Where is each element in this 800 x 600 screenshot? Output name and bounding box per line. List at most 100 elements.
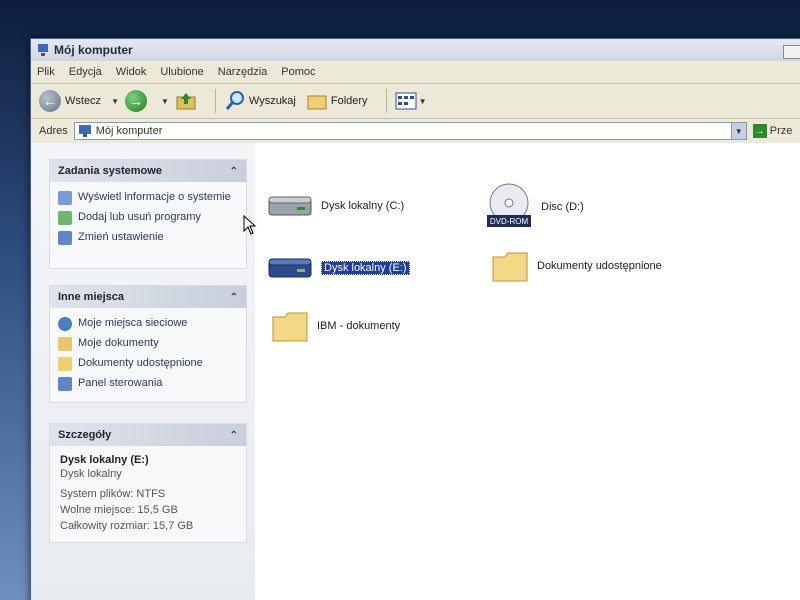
folders-button[interactable]: Foldery <box>306 91 368 111</box>
ibm-documents-label: IBM - dokumenty <box>317 320 401 332</box>
folder-icon <box>272 312 308 342</box>
address-bar: Adres Mój komputer ▼ → Prze <box>31 119 800 144</box>
my-documents-icon <box>58 337 72 351</box>
views-icon <box>395 92 417 110</box>
menu-edit[interactable]: Edycja <box>69 66 102 78</box>
system-tasks-header[interactable]: Zadania systemowe ⌃ <box>50 160 246 182</box>
place-shared-documents[interactable]: Dokumenty udostępnione <box>50 354 246 374</box>
other-places-title: Inne miejsca <box>58 291 125 303</box>
network-places-icon <box>58 317 72 331</box>
details-total-size: Całkowity rozmiar: 15,7 GB <box>60 520 194 532</box>
search-button[interactable]: Wyszukaj <box>224 90 296 112</box>
ibm-documents-folder[interactable]: IBM - dokumenty <box>271 309 400 343</box>
place-network[interactable]: Moje miejsca sieciowe <box>50 314 246 334</box>
drive-e-label: Dysk lokalny (E:) <box>321 261 410 275</box>
folders-label: Foldery <box>330 95 368 107</box>
system-tasks-title: Zadania systemowe <box>58 165 162 177</box>
system-info-icon <box>58 191 72 205</box>
collapse-icon[interactable]: ⌃ <box>230 292 238 303</box>
task-label: Dodaj lub usuń programy <box>78 211 201 223</box>
menu-help[interactable]: Pomoc <box>281 66 315 78</box>
drive-d[interactable]: DVD-ROM Disc (D:) <box>485 183 584 231</box>
hard-drive-icon <box>268 258 312 278</box>
svg-text:DVD-ROM: DVD-ROM <box>490 217 529 226</box>
task-change-setting[interactable]: Zmień ustawienie <box>50 228 246 248</box>
place-label: Panel sterowania <box>78 377 163 389</box>
details-header[interactable]: Szczegóły ⌃ <box>50 424 246 446</box>
shared-documents-folder[interactable]: Dokumenty udostępnione <box>491 249 662 283</box>
address-input[interactable]: Mój komputer ▼ <box>73 122 747 140</box>
window-title: Mój komputer <box>54 43 133 57</box>
dvd-icon: DVD-ROM <box>487 183 531 227</box>
address-label: Adres <box>39 125 68 137</box>
collapse-icon[interactable]: ⌃ <box>230 166 238 177</box>
task-view-system-info[interactable]: Wyświetl informacje o systemie <box>50 188 246 208</box>
go-arrow-icon: → <box>752 124 767 138</box>
menu-file[interactable]: Plik <box>37 66 55 78</box>
task-label: Wyświetl informacje o systemie <box>78 191 231 203</box>
folders-icon <box>307 95 327 110</box>
details-panel: Szczegóły ⌃ Dysk lokalny (E:) Dysk lokal… <box>49 423 247 543</box>
folder-icon <box>492 252 528 282</box>
file-view: Dysk lokalny (C:) DVD-ROM Disc (D:) Dysk… <box>255 143 800 600</box>
back-dropdown-icon[interactable]: ▼ <box>111 97 119 106</box>
search-icon <box>225 91 244 110</box>
details-body: Dysk lokalny (E:) Dysk lokalny System pl… <box>50 446 246 540</box>
details-type: Dysk lokalny <box>60 468 122 480</box>
control-panel-icon <box>58 231 72 245</box>
collapse-icon[interactable]: ⌃ <box>230 430 238 441</box>
drive-e[interactable]: Dysk lokalny (E:) <box>267 255 410 281</box>
explorer-window: Mój komputer Plik Edycja Widok Ulubione … <box>30 38 800 600</box>
other-places-header[interactable]: Inne miejsca ⌃ <box>50 286 246 308</box>
title-bar[interactable]: Mój komputer <box>31 39 800 61</box>
address-dropdown-icon[interactable]: ▼ <box>730 123 746 139</box>
task-label: Zmień ustawienie <box>78 231 164 243</box>
back-button[interactable]: ← Wstecz <box>39 90 101 112</box>
details-free-space: Wolne miejsce: 15,5 GB <box>60 504 178 516</box>
add-remove-programs-icon <box>58 211 72 225</box>
address-value: Mój komputer <box>95 125 163 137</box>
search-label: Wyszukaj <box>248 95 296 107</box>
toolbar-separator <box>385 89 387 113</box>
toolbar: ← Wstecz ▼ → ▼ Wyszukaj Foldery ▼ <box>31 84 800 119</box>
views-dropdown-icon: ▼ <box>418 96 427 106</box>
place-label: Moje dokumenty <box>78 337 159 349</box>
forward-button[interactable]: → <box>124 90 151 112</box>
hard-drive-icon <box>268 196 312 216</box>
other-places-panel: Inne miejsca ⌃ Moje miejsca sieciowe Moj… <box>49 285 247 403</box>
details-filesystem: System plików: NTFS <box>60 488 166 500</box>
go-button[interactable]: → Prze <box>752 124 793 138</box>
content-area: Zadania systemowe ⌃ Wyświetl informacje … <box>31 143 800 600</box>
views-button[interactable]: ▼ <box>395 91 433 111</box>
forward-arrow-icon: → <box>124 90 147 112</box>
menu-bar: Plik Edycja Widok Ulubione Narzędzia Pom… <box>31 61 800 84</box>
task-add-remove-programs[interactable]: Dodaj lub usuń programy <box>50 208 246 228</box>
control-panel-icon <box>58 377 72 391</box>
place-label: Moje miejsca sieciowe <box>78 317 188 329</box>
shared-folder-icon <box>58 357 72 371</box>
computer-icon <box>78 125 91 137</box>
toolbar-separator <box>214 89 216 113</box>
back-arrow-icon: ← <box>39 90 61 112</box>
drive-d-label: Disc (D:) <box>541 201 584 213</box>
up-folder-button[interactable] <box>175 91 197 111</box>
details-name: Dysk lokalny (E:) <box>60 454 149 466</box>
details-title: Szczegóły <box>58 429 112 441</box>
forward-dropdown-icon[interactable]: ▼ <box>161 97 169 106</box>
back-label: Wstecz <box>65 95 102 107</box>
menu-tools[interactable]: Narzędzia <box>218 66 268 78</box>
minimize-button[interactable] <box>783 45 800 59</box>
mouse-pointer-icon <box>243 215 257 235</box>
go-label: Prze <box>769 125 793 137</box>
menu-favorites[interactable]: Ulubione <box>160 66 203 78</box>
menu-view[interactable]: Widok <box>116 66 147 78</box>
drive-c-label: Dysk lokalny (C:) <box>321 200 405 212</box>
place-my-documents[interactable]: Moje dokumenty <box>50 334 246 354</box>
task-pane: Zadania systemowe ⌃ Wyświetl informacje … <box>31 143 255 600</box>
computer-icon <box>38 44 48 56</box>
up-folder-icon <box>176 93 196 110</box>
drive-c[interactable]: Dysk lokalny (C:) <box>267 193 404 219</box>
system-tasks-panel: Zadania systemowe ⌃ Wyświetl informacje … <box>49 159 247 269</box>
place-control-panel[interactable]: Panel sterowania <box>50 374 246 394</box>
shared-documents-label: Dokumenty udostępnione <box>537 260 662 272</box>
